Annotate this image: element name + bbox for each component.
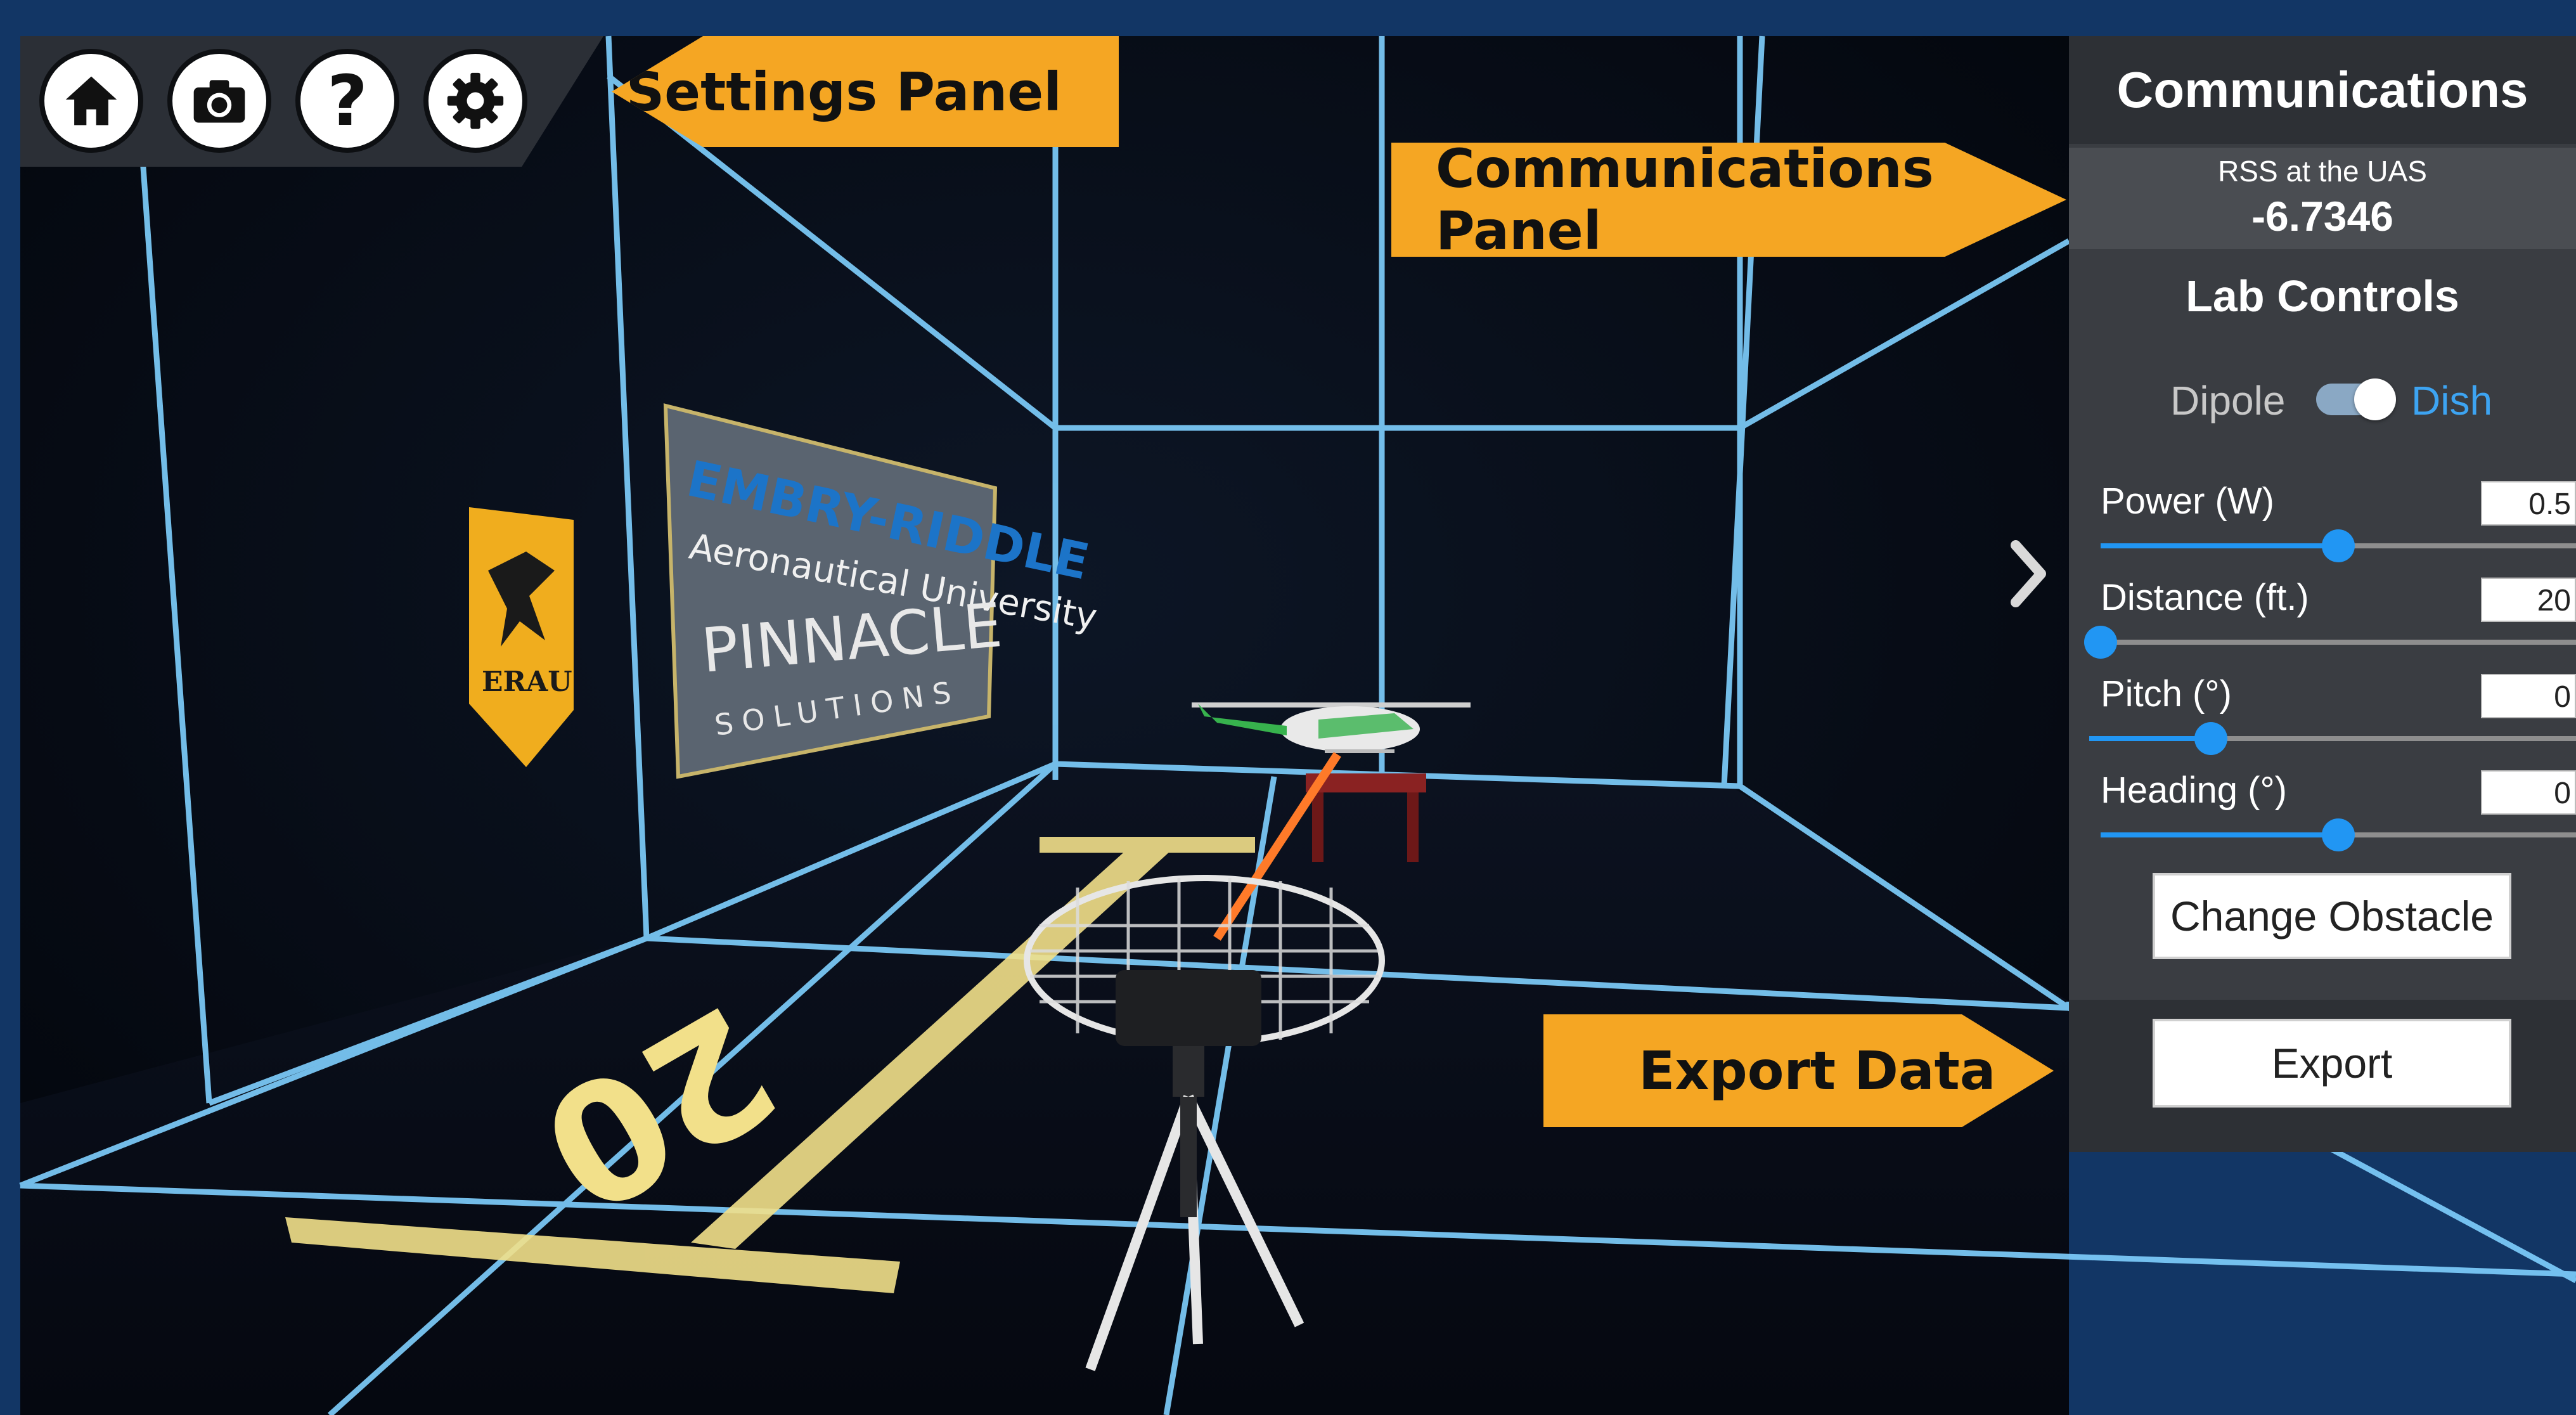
export-data-callout: Export Data xyxy=(1543,1014,2054,1127)
home-icon xyxy=(65,76,117,126)
heading-slider-fill xyxy=(2101,832,2338,837)
antenna-toggle: Dipole Dish xyxy=(2069,366,2576,429)
export-section: Export xyxy=(2069,1000,2576,1152)
antenna-switch-knob xyxy=(2354,378,2396,420)
app-window: 20 ERAU EMBRY-RIDDLE Aeronautical Univer… xyxy=(0,0,2576,1415)
heading-slider-thumb[interactable] xyxy=(2322,818,2355,851)
pitch-slider-fill xyxy=(2089,736,2211,741)
power-input[interactable]: 0.5 xyxy=(2481,481,2576,526)
pitch-slider[interactable] xyxy=(2089,722,2576,755)
antenna-switch[interactable] xyxy=(2316,378,2396,420)
distance-slider-thumb[interactable] xyxy=(2084,626,2117,659)
settings-button[interactable] xyxy=(423,49,527,153)
pitch-input[interactable]: 0 xyxy=(2481,674,2576,718)
rss-value: -6.7346 xyxy=(2251,193,2393,240)
lab-controls-title: Lab Controls xyxy=(2186,271,2459,321)
communications-panel-callout: Communications Panel xyxy=(1391,143,2066,257)
distance-input[interactable]: 20 xyxy=(2481,578,2576,622)
dipole-label[interactable]: Dipole xyxy=(2170,377,2285,424)
heading-label: Heading (°) xyxy=(2101,770,2287,811)
rss-label: RSS at the UAS xyxy=(2218,155,2427,188)
power-slider[interactable] xyxy=(2101,529,2576,562)
power-slider-fill xyxy=(2101,543,2338,548)
export-button[interactable]: Export xyxy=(2153,1019,2511,1108)
power-label: Power (W) xyxy=(2101,481,2274,522)
help-button[interactable]: ? xyxy=(295,49,399,153)
camera-icon xyxy=(193,80,245,123)
screenshot-button[interactable] xyxy=(167,49,271,153)
power-slider-thumb[interactable] xyxy=(2322,529,2355,562)
heading-slider[interactable] xyxy=(2101,818,2576,851)
help-icon: ? xyxy=(327,60,368,141)
heading-input[interactable]: 0 xyxy=(2481,770,2576,815)
home-button[interactable] xyxy=(39,49,143,153)
gear-icon xyxy=(447,72,504,129)
settings-panel-callout: Settings Panel xyxy=(612,36,1119,147)
change-obstacle-button[interactable]: Change Obstacle xyxy=(2153,873,2511,959)
rss-readout: RSS at the UAS -6.7346 xyxy=(2069,148,2576,249)
distance-label: Distance (ft.) xyxy=(2101,577,2309,618)
settings-toolbar: ? xyxy=(20,36,603,167)
distance-slider[interactable] xyxy=(2084,626,2576,659)
chevron-right-icon[interactable] xyxy=(2009,539,2047,609)
dish-label[interactable]: Dish xyxy=(2411,377,2492,424)
panel-title: Communications xyxy=(2069,36,2576,144)
pitch-label: Pitch (°) xyxy=(2101,673,2232,714)
erau-pennant-text: ERAU xyxy=(482,666,572,698)
communications-panel: Communications RSS at the UAS -6.7346 La… xyxy=(2069,36,2576,1152)
pitch-slider-thumb[interactable] xyxy=(2194,722,2227,755)
